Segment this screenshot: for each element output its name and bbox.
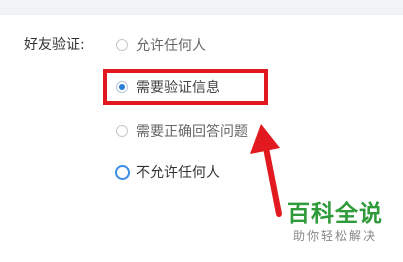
watermark: 百科全说 助你轻松解决 [280,200,390,244]
watermark-title: 百科全说 [287,201,383,227]
watermark-subtitle: 助你轻松解决 [292,229,377,243]
screenshot-canvas: 好友验证: 允许任何人 需要验证信息 需要正确回答问题 不允许任何人 百科全说 … [0,0,403,262]
